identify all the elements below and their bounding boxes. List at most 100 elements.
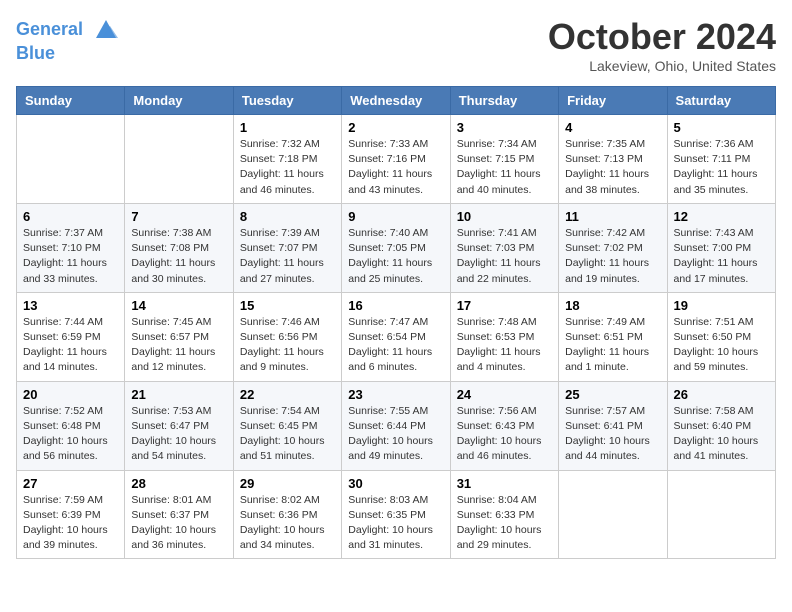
day-info: Sunrise: 7:49 AM Sunset: 6:51 PM Dayligh… — [565, 315, 660, 376]
calendar-cell: 11Sunrise: 7:42 AM Sunset: 7:02 PM Dayli… — [559, 203, 667, 292]
logo-general: General — [16, 19, 83, 39]
calendar-cell: 17 Sunrise: 7:48 AM Sunset: 6:53 PM Dayli… — [450, 292, 558, 381]
day-info: Sunrise: 7:39 AM Sunset: 7:07 PM Dayligh… — [240, 226, 335, 287]
calendar-cell: 12 Sunrise: 7:43 AM Sunset: 7:00 PM Dayli… — [667, 203, 775, 292]
month-title: October 2024 — [548, 16, 776, 58]
calendar-cell: 19Sunrise: 7:51 AM Sunset: 6:50 PM Dayli… — [667, 292, 775, 381]
calendar-cell: 1 Sunrise: 7:32 AM Sunset: 7:18 PM Daylig… — [233, 115, 341, 204]
day-info: Sunrise: 7:46 AM Sunset: 6:56 PM Dayligh… — [240, 315, 335, 376]
calendar-cell: 9 Sunrise: 7:40 AM Sunset: 7:05 PM Daylig… — [342, 203, 450, 292]
calendar-cell: 28Sunrise: 8:01 AM Sunset: 6:37 PM Dayli… — [125, 470, 233, 559]
calendar-week-row: 27Sunrise: 7:59 AM Sunset: 6:39 PM Dayli… — [17, 470, 776, 559]
day-number: 3 — [457, 120, 552, 135]
calendar-cell: 16Sunrise: 7:47 AM Sunset: 6:54 PM Dayli… — [342, 292, 450, 381]
day-number: 26 — [674, 387, 769, 402]
weekday-header-row: SundayMondayTuesdayWednesdayThursdayFrid… — [17, 87, 776, 115]
day-number: 12 — [674, 209, 769, 224]
day-info: Sunrise: 7:54 AM Sunset: 6:45 PM Dayligh… — [240, 404, 335, 465]
day-info: Sunrise: 8:01 AM Sunset: 6:37 PM Dayligh… — [131, 493, 226, 554]
weekday-header: Thursday — [450, 87, 558, 115]
calendar-cell: 23 Sunrise: 7:55 AM Sunset: 6:44 PM Dayli… — [342, 381, 450, 470]
day-info: Sunrise: 7:37 AM Sunset: 7:10 PM Dayligh… — [23, 226, 118, 287]
calendar-cell: 24 Sunrise: 7:56 AM Sunset: 6:43 PM Dayli… — [450, 381, 558, 470]
day-info: Sunrise: 7:41 AM Sunset: 7:03 PM Dayligh… — [457, 226, 552, 287]
day-info: Sunrise: 7:52 AM Sunset: 6:48 PM Dayligh… — [23, 404, 118, 465]
calendar-cell: 30Sunrise: 8:03 AM Sunset: 6:35 PM Dayli… — [342, 470, 450, 559]
day-number: 15 — [240, 298, 335, 313]
page-header: General Blue October 2024 Lakeview, Ohio… — [16, 16, 776, 74]
calendar-cell — [17, 115, 125, 204]
day-number: 14 — [131, 298, 226, 313]
day-number: 2 — [348, 120, 443, 135]
day-number: 5 — [674, 120, 769, 135]
day-number: 20 — [23, 387, 118, 402]
logo-icon — [92, 16, 120, 44]
weekday-header: Monday — [125, 87, 233, 115]
calendar-cell: 8 Sunrise: 7:39 AM Sunset: 7:07 PM Daylig… — [233, 203, 341, 292]
day-info: Sunrise: 7:48 AM Sunset: 6:53 PM Dayligh… — [457, 315, 552, 376]
calendar-cell: 6 Sunrise: 7:37 AM Sunset: 7:10 PM Daylig… — [17, 203, 125, 292]
weekday-header: Sunday — [17, 87, 125, 115]
day-number: 9 — [348, 209, 443, 224]
day-number: 30 — [348, 476, 443, 491]
day-info: Sunrise: 7:45 AM Sunset: 6:57 PM Dayligh… — [131, 315, 226, 376]
calendar-week-row: 6 Sunrise: 7:37 AM Sunset: 7:10 PM Daylig… — [17, 203, 776, 292]
day-info: Sunrise: 7:51 AM Sunset: 6:50 PM Dayligh… — [674, 315, 769, 376]
day-number: 16 — [348, 298, 443, 313]
calendar-cell: 5 Sunrise: 7:36 AM Sunset: 7:11 PM Daylig… — [667, 115, 775, 204]
day-info: Sunrise: 7:32 AM Sunset: 7:18 PM Dayligh… — [240, 137, 335, 198]
calendar-cell: 20 Sunrise: 7:52 AM Sunset: 6:48 PM Dayli… — [17, 381, 125, 470]
day-info: Sunrise: 7:58 AM Sunset: 6:40 PM Dayligh… — [674, 404, 769, 465]
day-number: 23 — [348, 387, 443, 402]
calendar-cell: 14 Sunrise: 7:45 AM Sunset: 6:57 PM Dayli… — [125, 292, 233, 381]
calendar-cell: 27Sunrise: 7:59 AM Sunset: 6:39 PM Dayli… — [17, 470, 125, 559]
title-area: October 2024 Lakeview, Ohio, United Stat… — [548, 16, 776, 74]
day-info: Sunrise: 7:34 AM Sunset: 7:15 PM Dayligh… — [457, 137, 552, 198]
day-number: 11 — [565, 209, 660, 224]
day-info: Sunrise: 7:56 AM Sunset: 6:43 PM Dayligh… — [457, 404, 552, 465]
weekday-header: Saturday — [667, 87, 775, 115]
day-number: 25 — [565, 387, 660, 402]
logo-text: General — [16, 16, 120, 44]
day-number: 1 — [240, 120, 335, 135]
day-number: 7 — [131, 209, 226, 224]
calendar-week-row: 20 Sunrise: 7:52 AM Sunset: 6:48 PM Dayli… — [17, 381, 776, 470]
calendar-cell: 13Sunrise: 7:44 AM Sunset: 6:59 PM Dayli… — [17, 292, 125, 381]
calendar-cell — [559, 470, 667, 559]
day-info: Sunrise: 7:36 AM Sunset: 7:11 PM Dayligh… — [674, 137, 769, 198]
day-number: 18 — [565, 298, 660, 313]
day-number: 27 — [23, 476, 118, 491]
weekday-header: Wednesday — [342, 87, 450, 115]
calendar-cell: 18 Sunrise: 7:49 AM Sunset: 6:51 PM Dayli… — [559, 292, 667, 381]
calendar-cell: 3 Sunrise: 7:34 AM Sunset: 7:15 PM Daylig… — [450, 115, 558, 204]
day-number: 29 — [240, 476, 335, 491]
day-info: Sunrise: 7:43 AM Sunset: 7:00 PM Dayligh… — [674, 226, 769, 287]
day-info: Sunrise: 7:40 AM Sunset: 7:05 PM Dayligh… — [348, 226, 443, 287]
day-number: 4 — [565, 120, 660, 135]
calendar-cell: 10Sunrise: 7:41 AM Sunset: 7:03 PM Dayli… — [450, 203, 558, 292]
day-number: 24 — [457, 387, 552, 402]
day-info: Sunrise: 7:33 AM Sunset: 7:16 PM Dayligh… — [348, 137, 443, 198]
day-info: Sunrise: 8:02 AM Sunset: 6:36 PM Dayligh… — [240, 493, 335, 554]
day-info: Sunrise: 7:38 AM Sunset: 7:08 PM Dayligh… — [131, 226, 226, 287]
weekday-header: Tuesday — [233, 87, 341, 115]
day-info: Sunrise: 7:44 AM Sunset: 6:59 PM Dayligh… — [23, 315, 118, 376]
day-info: Sunrise: 8:04 AM Sunset: 6:33 PM Dayligh… — [457, 493, 552, 554]
calendar-cell: 4Sunrise: 7:35 AM Sunset: 7:13 PM Daylig… — [559, 115, 667, 204]
day-number: 17 — [457, 298, 552, 313]
day-info: Sunrise: 7:55 AM Sunset: 6:44 PM Dayligh… — [348, 404, 443, 465]
calendar-cell: 22 Sunrise: 7:54 AM Sunset: 6:45 PM Dayli… — [233, 381, 341, 470]
day-number: 21 — [131, 387, 226, 402]
logo-blue: Blue — [16, 44, 120, 64]
day-number: 22 — [240, 387, 335, 402]
day-number: 6 — [23, 209, 118, 224]
day-number: 8 — [240, 209, 335, 224]
calendar-cell: 26 Sunrise: 7:58 AM Sunset: 6:40 PM Dayli… — [667, 381, 775, 470]
day-number: 31 — [457, 476, 552, 491]
calendar-cell: 21 Sunrise: 7:53 AM Sunset: 6:47 PM Dayli… — [125, 381, 233, 470]
weekday-header: Friday — [559, 87, 667, 115]
calendar-cell — [667, 470, 775, 559]
calendar-cell — [125, 115, 233, 204]
calendar-cell: 25Sunrise: 7:57 AM Sunset: 6:41 PM Dayli… — [559, 381, 667, 470]
day-info: Sunrise: 7:53 AM Sunset: 6:47 PM Dayligh… — [131, 404, 226, 465]
